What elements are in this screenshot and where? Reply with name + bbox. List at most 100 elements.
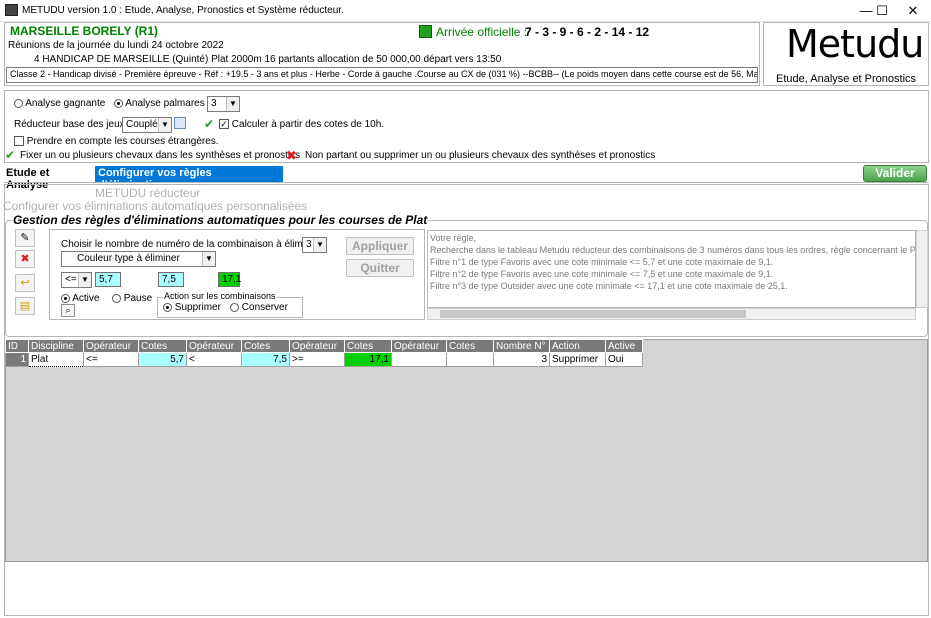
rule-vertical-scrollbar[interactable]	[916, 230, 928, 308]
col-header[interactable]: Cotes	[241, 339, 290, 353]
cote-2-box[interactable]: 7,5	[158, 272, 184, 287]
undo-icon[interactable]: ↩	[15, 274, 35, 292]
arrivee-flag-icon	[419, 25, 432, 38]
non-partant-link[interactable]: Non partant ou supprimer un ou plusieurs…	[305, 150, 655, 161]
chevron-down-icon: ▼	[158, 118, 171, 132]
rules-grid-area	[5, 339, 928, 562]
radio-circle[interactable]	[163, 302, 172, 312]
col-header[interactable]: Opérateur	[83, 339, 139, 353]
col-header[interactable]: Discipline	[28, 339, 84, 353]
col-header[interactable]: Cotes	[446, 339, 494, 353]
tab-configurer-regles[interactable]: Configurer vos règles d'éliminations	[95, 166, 283, 191]
cote-1-box[interactable]: 5,7	[95, 272, 121, 287]
fixer-link[interactable]: Fixer un ou plusieurs chevaux dans les s…	[20, 150, 300, 161]
rule-line: Filtre n°3 de type Outsider avec une cot…	[430, 281, 788, 291]
app-icon	[5, 4, 18, 16]
appliquer-button[interactable]: Appliquer	[346, 237, 414, 255]
table-row[interactable]: 1 Plat <= 5,7 < 7,5 >= 17,1 3 Supprimer …	[5, 352, 643, 367]
col-header[interactable]: Opérateur	[289, 339, 345, 353]
folder-icon[interactable]: ▤	[15, 297, 35, 315]
radio-circle[interactable]	[112, 293, 121, 303]
chevron-down-icon: ▼	[226, 97, 239, 111]
col-header[interactable]: Cotes	[344, 339, 392, 353]
color-type-select[interactable]: Couleur type à éliminer ▼	[61, 251, 216, 267]
add-rule-icon[interactable]: ✎	[15, 229, 35, 247]
cote-3-box[interactable]: 17,1	[218, 272, 241, 287]
radio-circle[interactable]	[230, 302, 239, 312]
non-partant-cross-icon: ✖	[286, 148, 297, 163]
arrivee-value: 7 - 3 - 9 - 6 - 2 - 14 - 12	[525, 25, 650, 39]
rules-group-title: Gestion des règles d'éliminations automa…	[12, 213, 429, 227]
rule-line: Recherche dans le tableau Metudu réducte…	[430, 245, 916, 255]
logo-subtitle: Etude, Analyse et Pronostics	[776, 73, 917, 85]
cell-active[interactable]: Oui	[605, 352, 643, 367]
tabs-divider	[4, 182, 929, 183]
race-info: 4 HANDICAP DE MARSEILLE (Quinté) Plat 20…	[34, 54, 502, 65]
radio-conserver[interactable]: Conserver	[230, 302, 288, 313]
radio-circle[interactable]	[61, 293, 70, 303]
checkbox-cotes-10h[interactable]: ✓ Calculer à partir des cotes de 10h.	[219, 119, 384, 130]
rule-horizontal-scrollbar[interactable]	[427, 308, 916, 320]
race-class-field[interactable]: Classe 2 - Handicap divisé - Première ép…	[6, 67, 758, 83]
race-title: MARSEILLE BORELY (R1)	[10, 24, 159, 38]
table-header-row: ID Discipline Opérateur Cotes Opérateur …	[5, 339, 643, 353]
checkbox-box[interactable]: ✓	[219, 119, 229, 130]
cell-operator-1[interactable]: <=	[83, 352, 139, 367]
checkbox-courses-etrangeres[interactable]: Prendre en compte les courses étrangères…	[14, 136, 219, 147]
reducteur-label: Réducteur base des jeux :	[14, 119, 131, 130]
cell-action[interactable]: Supprimer	[549, 352, 606, 367]
action-group-title: Action sur les combinaisons	[163, 291, 277, 301]
radio-pause[interactable]: Pause	[112, 293, 152, 304]
cell-operator-4[interactable]	[391, 352, 447, 367]
search-icon[interactable]: ⌕	[61, 304, 75, 317]
cell-cote-1[interactable]: 5,7	[138, 352, 187, 367]
ghost-subtitle: Configurer vos éliminations automatiques…	[3, 199, 308, 213]
radio-circle[interactable]	[114, 98, 123, 108]
col-header[interactable]: Active	[605, 339, 643, 353]
rule-description-box[interactable]: Votre règle, Recherche dans le tableau M…	[427, 230, 916, 308]
chevron-down-icon: ▼	[313, 238, 326, 252]
radio-supprimer[interactable]: Supprimer	[163, 302, 221, 313]
reducteur-select[interactable]: Couplé ▼	[122, 117, 172, 133]
col-header[interactable]: Opérateur	[391, 339, 447, 353]
rule-line: Filtre n°2 de type Favoris avec une cote…	[430, 269, 774, 279]
tab-etude-analyse[interactable]: Etude et Analyse	[4, 166, 94, 191]
window-title: METUDU version 1.0 : Etude, Analyse, Pro…	[22, 5, 344, 16]
quitter-button[interactable]: Quitter	[346, 259, 414, 277]
col-header[interactable]: Nombre N°	[493, 339, 550, 353]
race-date: Réunions de la journée du lundi 24 octob…	[8, 40, 224, 51]
chevron-down-icon: ▼	[202, 252, 215, 266]
rule-line: Filtre n°1 de type Favoris avec une cote…	[430, 257, 774, 267]
cell-id[interactable]: 1	[5, 352, 29, 367]
window-title-bar: METUDU version 1.0 : Etude, Analyse, Pro…	[0, 0, 931, 22]
ghost-title: METUDU réducteur	[95, 186, 201, 200]
col-header[interactable]: ID	[5, 339, 29, 353]
cell-cote-3[interactable]: 17,1	[344, 352, 392, 367]
arrivee-label: Arrivée officielle :	[436, 25, 528, 39]
operator-select[interactable]: <= ▼	[61, 272, 92, 288]
palmares-count-select[interactable]: 3 ▼	[207, 96, 240, 112]
radio-analyse-gagnante[interactable]: Analyse gagnante	[14, 98, 105, 109]
checkbox-box[interactable]	[14, 136, 24, 147]
choose-number-select[interactable]: 3 ▼	[302, 237, 327, 253]
radio-circle[interactable]	[14, 98, 23, 108]
cell-nombre[interactable]: 3	[493, 352, 550, 367]
cell-operator-2[interactable]: <	[186, 352, 242, 367]
radio-analyse-palmares[interactable]: Analyse palmares	[114, 98, 205, 109]
copy-icon[interactable]	[174, 117, 186, 129]
cell-discipline[interactable]: Plat	[28, 352, 84, 367]
valider-button[interactable]: Valider	[863, 165, 927, 182]
delete-rule-icon[interactable]: ✖	[15, 250, 35, 268]
choose-number-label: Choisir le nombre de numéro de la combin…	[61, 239, 326, 250]
rules-table: ID Discipline Opérateur Cotes Opérateur …	[5, 339, 643, 367]
col-header[interactable]: Cotes	[138, 339, 187, 353]
close-button[interactable]: ✕	[895, 0, 931, 22]
radio-active[interactable]: Active	[61, 293, 99, 304]
rule-line: Votre règle,	[430, 233, 477, 243]
cell-operator-3[interactable]: >=	[289, 352, 345, 367]
scroll-thumb[interactable]	[440, 310, 746, 318]
cell-cote-2[interactable]: 7,5	[241, 352, 290, 367]
cell-cote-4[interactable]	[446, 352, 494, 367]
col-header[interactable]: Opérateur	[186, 339, 242, 353]
col-header[interactable]: Action	[549, 339, 606, 353]
